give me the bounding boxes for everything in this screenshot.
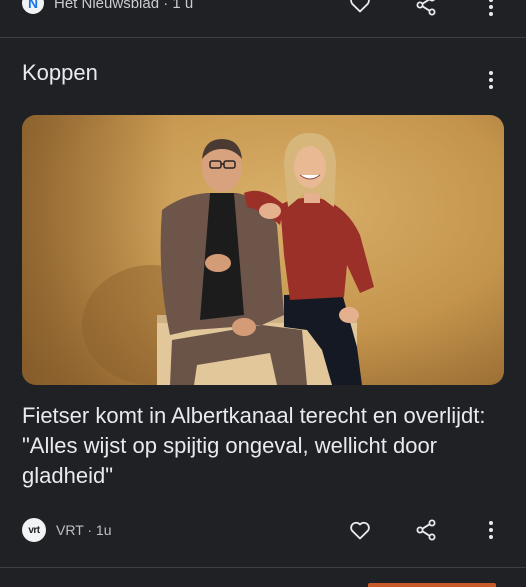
more-vert-icon[interactable] [476,0,506,22]
bottom-divider [0,567,526,568]
previous-article-source: N Het Nieuwsblad · 1 u [22,0,193,14]
like-heart-icon[interactable] [345,515,375,545]
article-share-icon[interactable] [411,515,441,545]
vrt-logo: vrt [22,518,46,542]
article-source: vrt VRT · 1u [22,518,112,542]
section-more-vert-icon[interactable] [476,65,506,95]
previous-article-source-text: Het Nieuwsblad · 1 u [54,0,194,12]
het-nieuwsblad-logo: N [22,0,44,14]
share-icon[interactable] [411,0,441,20]
next-article-image-peek [368,583,496,587]
divider [0,37,526,38]
article-headline[interactable]: Fietser komt in Albertkanaal terecht en … [22,401,504,491]
section-title: Koppen [22,60,98,85]
previous-article-footer: N Het Nieuwsblad · 1 u [0,0,526,38]
article-more-vert-icon[interactable] [476,515,506,545]
article-photo [22,115,504,385]
article-source-text: VRT · 1u [56,522,112,538]
article-image[interactable] [22,115,504,385]
heart-icon[interactable] [345,0,375,18]
